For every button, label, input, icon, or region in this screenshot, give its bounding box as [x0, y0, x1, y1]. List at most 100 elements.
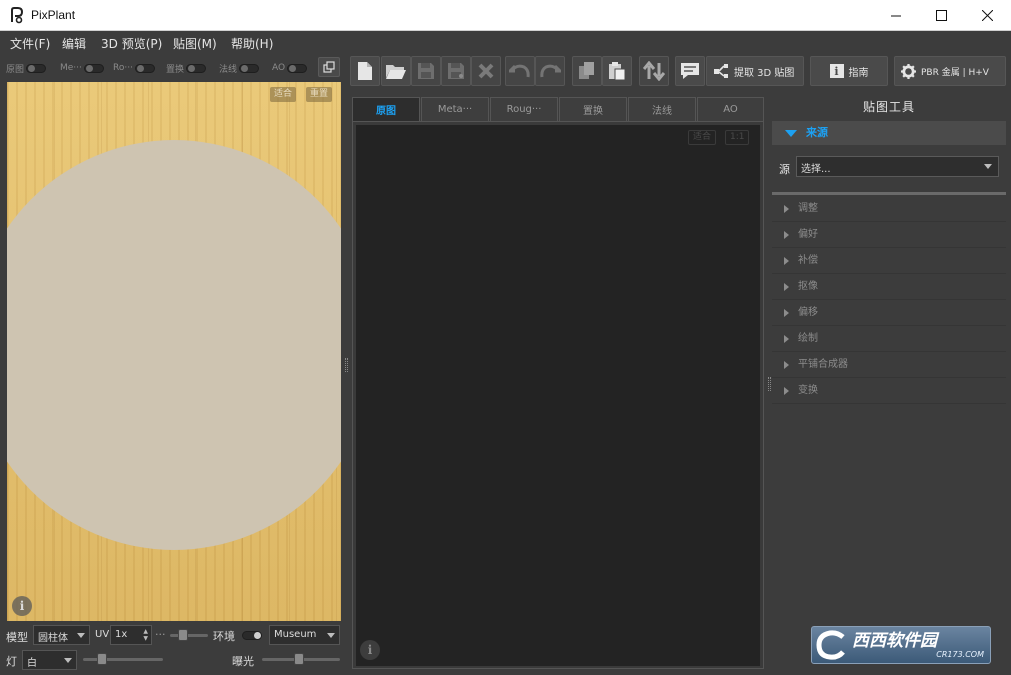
extract-3d-texture-button[interactable]: 提取 3D 贴图: [706, 56, 804, 86]
canvas-fit-button[interactable]: 适合: [688, 130, 717, 145]
viewport-reset-button[interactable]: 重置: [306, 87, 333, 102]
window-title: PixPlant: [31, 8, 76, 22]
toggle-roughness[interactable]: Ro···: [113, 62, 155, 74]
divider: [772, 192, 1006, 195]
chevron-right-icon: [784, 387, 789, 395]
redo-button[interactable]: [535, 56, 565, 86]
right-splitter-handle[interactable]: [768, 377, 771, 391]
exposure-label: 曝光: [232, 655, 254, 668]
watermark-c-icon: [812, 627, 852, 663]
uv-slider-track[interactable]: [170, 634, 208, 637]
tool-compensate[interactable]: 补偿: [772, 248, 1006, 274]
extract-icon: [714, 64, 728, 78]
toggle-switch[interactable]: [239, 63, 260, 73]
folder-open-icon: [386, 65, 406, 79]
toggle-ao[interactable]: AO: [272, 62, 308, 74]
light-slider-handle[interactable]: [97, 653, 107, 665]
toggle-switch[interactable]: [134, 63, 155, 73]
tab-displacement[interactable]: 置换: [559, 97, 627, 121]
paste-button[interactable]: [602, 56, 632, 86]
save-icon: [418, 63, 434, 79]
toggle-switch[interactable]: [186, 63, 207, 73]
3d-preview-viewport[interactable]: 适合 重置 i: [7, 82, 341, 621]
watermark-text: 西西软件园: [852, 630, 937, 651]
light-slider-track[interactable]: [83, 658, 163, 661]
toggle-normal[interactable]: 法线: [219, 62, 260, 75]
source-section-header[interactable]: 来源: [772, 121, 1006, 145]
menu-help[interactable]: 帮助(H): [231, 35, 273, 52]
swap-button[interactable]: [639, 56, 669, 86]
open-button[interactable]: [381, 56, 411, 86]
copy-button[interactable]: [572, 56, 602, 86]
tool-tile-synthesizer[interactable]: 平铺合成器: [772, 352, 1006, 378]
uv-stepper[interactable]: 1x ▲ ▼: [110, 625, 152, 645]
toggle-switch[interactable]: [26, 63, 47, 73]
new-file-icon: [358, 62, 372, 80]
tab-ao[interactable]: AO: [697, 97, 764, 121]
undo-button[interactable]: [505, 56, 535, 86]
comment-button[interactable]: [675, 56, 705, 86]
menu-3d-preview[interactable]: 3D 预览(P): [101, 35, 162, 52]
title-bar: PixPlant: [0, 0, 1011, 31]
gear-icon: [901, 63, 916, 79]
model-select[interactable]: 圆柱体: [33, 625, 90, 645]
stepper-arrows-icon[interactable]: ▲ ▼: [143, 628, 148, 642]
save-button[interactable]: [411, 56, 441, 86]
menu-edit[interactable]: 编辑: [62, 35, 86, 52]
app-logo-icon: [9, 7, 25, 24]
uv-slider-handle[interactable]: [178, 629, 188, 641]
tool-paint[interactable]: 绘制: [772, 326, 1006, 352]
info-icon[interactable]: i: [360, 640, 380, 660]
toggle-metallic[interactable]: Me···: [60, 62, 104, 74]
save-as-button[interactable]: [441, 56, 471, 86]
toggle-switch[interactable]: [83, 63, 104, 73]
canvas-one-to-one-button[interactable]: 1:1: [725, 130, 750, 145]
save-as-icon: [448, 63, 464, 79]
chevron-right-icon: [784, 335, 789, 343]
environment-toggle[interactable]: [242, 631, 262, 640]
tab-metallic[interactable]: Meta···: [421, 97, 489, 121]
tool-keying[interactable]: 抠像: [772, 274, 1006, 300]
light-select[interactable]: 白: [22, 650, 77, 670]
more-options[interactable]: ···: [155, 628, 166, 641]
chevron-down-icon: [327, 633, 335, 638]
tab-original[interactable]: 原图: [352, 97, 420, 121]
new-file-button[interactable]: [350, 56, 380, 86]
info-icon[interactable]: i: [12, 596, 32, 616]
panel-title: 贴图工具: [862, 100, 915, 114]
source-select[interactable]: 选择...: [796, 156, 999, 177]
comment-icon: [681, 63, 699, 79]
close-window-button[interactable]: [964, 0, 1010, 31]
chevron-right-icon: [784, 205, 789, 213]
tab-normal[interactable]: 法线: [628, 97, 696, 121]
tool-preference[interactable]: 偏好: [772, 222, 1006, 248]
preview-controls: 模型 圆柱体 UV 1x ▲ ▼ ··· 环境 Museum 灯 白 曝光: [0, 623, 346, 675]
toggle-original[interactable]: 原图: [6, 62, 47, 75]
toggle-displacement[interactable]: 置换: [166, 62, 207, 75]
preview-model: [7, 140, 341, 550]
minimize-button[interactable]: [873, 0, 919, 31]
tool-offset[interactable]: 偏移: [772, 300, 1006, 326]
chevron-down-icon: [785, 130, 797, 137]
guide-button[interactable]: i 指南: [810, 56, 888, 86]
menu-texture[interactable]: 贴图(M): [173, 35, 217, 52]
tool-adjust[interactable]: 调整: [772, 196, 1006, 222]
source-label: 源: [779, 163, 790, 176]
redo-icon: [540, 64, 561, 78]
watermark-logo: 西西软件园 CR173.COM: [811, 626, 991, 664]
close-file-button[interactable]: [471, 56, 501, 86]
texture-canvas[interactable]: 适合 1:1 i: [356, 125, 760, 666]
exposure-slider-handle[interactable]: [294, 653, 304, 665]
maximize-button[interactable]: [918, 0, 964, 31]
environment-select[interactable]: Museum: [269, 625, 340, 645]
menu-file[interactable]: 文件(F): [10, 35, 50, 52]
detach-view-button[interactable]: [318, 57, 340, 77]
pbr-settings-button[interactable]: PBR 金属 | H+V: [894, 56, 1006, 86]
tool-transform[interactable]: 变换: [772, 378, 1006, 404]
left-splitter-handle[interactable]: [345, 358, 348, 372]
toggle-switch[interactable]: [287, 63, 308, 73]
chevron-down-icon: [984, 164, 992, 169]
tab-roughness[interactable]: Roug···: [490, 97, 558, 121]
swap-arrows-icon: [643, 61, 665, 81]
viewport-fit-button[interactable]: 适合: [270, 87, 297, 102]
